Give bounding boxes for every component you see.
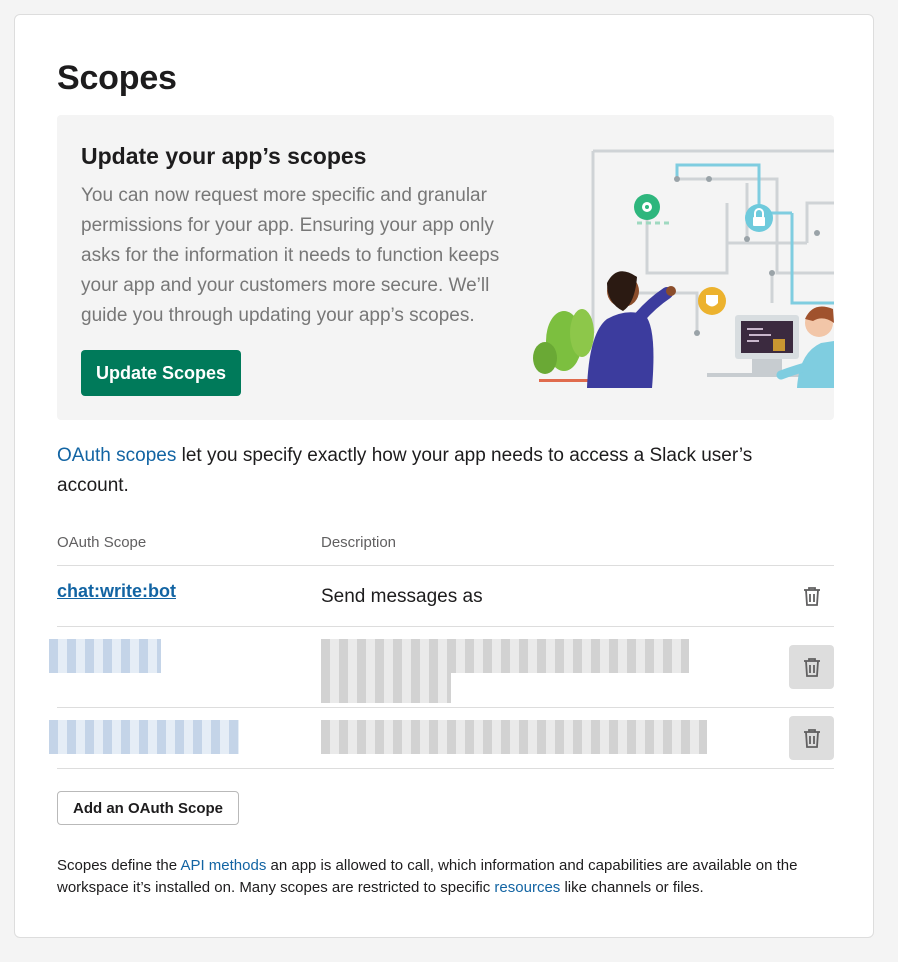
table-row xyxy=(49,708,834,769)
table-row xyxy=(49,627,834,708)
table-row: chat:write:bot Send messages as xyxy=(57,566,834,627)
scope-description: Send messages as xyxy=(321,586,483,607)
footnote-text: like channels or files. xyxy=(560,879,704,896)
column-header-description: Description xyxy=(321,534,397,551)
table-header: OAuth Scope Description xyxy=(57,531,834,566)
delete-scope-button[interactable] xyxy=(789,716,834,760)
banner-heading: Update your app’s scopes xyxy=(81,143,367,169)
scopes-card: Scopes Update your app’s scopes You can … xyxy=(14,14,874,938)
api-methods-link[interactable]: API methods xyxy=(180,857,266,874)
scopes-footnote: Scopes define the API methods an app is … xyxy=(57,855,837,899)
trash-icon xyxy=(803,657,820,677)
trash-icon xyxy=(803,728,820,748)
delete-scope-button[interactable] xyxy=(789,645,834,689)
redacted-scope-description xyxy=(321,639,689,673)
column-header-oauth-scope: OAuth Scope xyxy=(57,534,147,551)
person-drawing-connections-illustration xyxy=(533,149,834,388)
redacted-scope-description-line2 xyxy=(321,673,451,703)
page-title: Scopes xyxy=(57,59,177,97)
update-scopes-button[interactable]: Update Scopes xyxy=(81,350,242,396)
trash-icon xyxy=(803,586,820,606)
scopes-table: OAuth Scope Description chat:write:bot S… xyxy=(49,531,834,769)
redacted-scope-name xyxy=(49,639,161,673)
redacted-scope-description xyxy=(321,720,707,754)
delete-scope-button[interactable] xyxy=(789,574,834,618)
banner-body: You can now request more specific and gr… xyxy=(81,185,500,326)
oauth-intro-text: OAuth scopes let you specify exactly how… xyxy=(57,441,797,501)
redacted-scope-name xyxy=(49,720,239,754)
add-oauth-scope-button[interactable]: Add an OAuth Scope xyxy=(57,791,239,825)
footnote-text: Scopes define the xyxy=(57,857,181,874)
scope-name-link[interactable]: chat:write:bot xyxy=(57,581,176,602)
resources-link[interactable]: resources xyxy=(494,879,560,896)
oauth-scopes-link[interactable]: OAuth scopes xyxy=(57,445,176,466)
update-scopes-banner: Update your app’s scopes You can now req… xyxy=(57,115,834,420)
